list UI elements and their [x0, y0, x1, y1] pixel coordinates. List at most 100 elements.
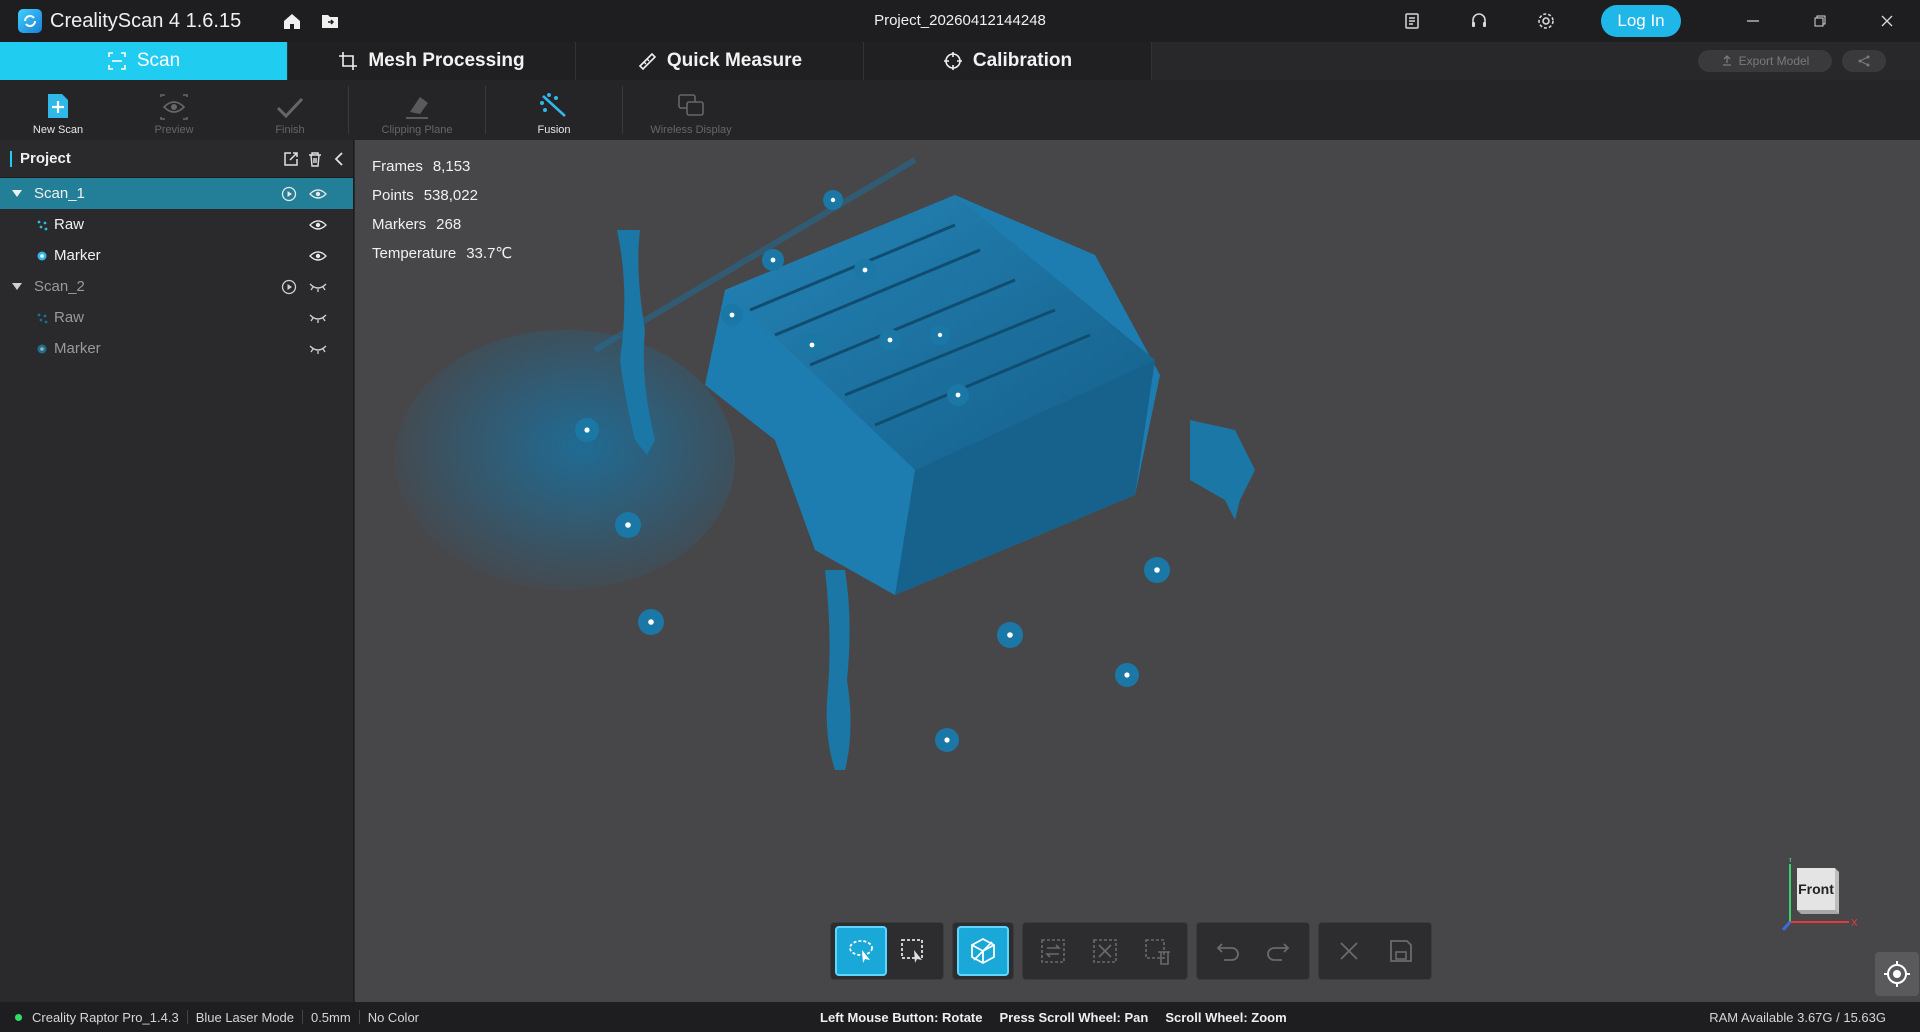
new-scan-button[interactable]: New Scan	[0, 80, 116, 140]
point-cloud-icon	[36, 312, 48, 324]
rect-select-button[interactable]	[887, 926, 939, 976]
gear-icon[interactable]	[1534, 9, 1558, 33]
eraser-icon	[406, 97, 428, 119]
login-button[interactable]: Log In	[1601, 5, 1681, 37]
stat-label: Markers	[372, 216, 427, 233]
scan-2-label: Scan_2	[34, 278, 85, 295]
tree-scan-2[interactable]: Scan_2	[0, 271, 353, 302]
app-title: CrealityScan 4 1.6.15	[50, 9, 242, 32]
redo-button[interactable]	[1253, 926, 1305, 976]
eye-hidden-icon[interactable]	[309, 343, 327, 355]
finish-button[interactable]: Finish	[232, 80, 348, 140]
delete-selection-icon	[1145, 939, 1170, 965]
delete-selection-button[interactable]	[1131, 926, 1183, 976]
orientation-cube[interactable]: Front Y X	[1747, 858, 1857, 938]
lasso-select-button[interactable]	[835, 926, 887, 976]
crosshair-icon	[943, 52, 962, 70]
eye-hidden-icon[interactable]	[309, 281, 327, 293]
cube-icon	[971, 937, 995, 965]
marker-strip-bottom	[825, 570, 851, 770]
tree-scan-2-raw[interactable]: Raw	[0, 302, 353, 333]
collapse-panel-icon[interactable]	[331, 151, 347, 167]
ram-available: RAM Available 3.67G / 15.63G	[1709, 1010, 1886, 1025]
stat-label: Points	[372, 187, 414, 204]
status-divider	[186, 1010, 188, 1024]
scan-1-label: Scan_1	[34, 185, 85, 202]
play-circle-icon[interactable]	[281, 279, 297, 295]
tree-scan-2-marker[interactable]: Marker	[0, 333, 353, 364]
close-icon[interactable]	[1853, 0, 1920, 42]
tab-calibration[interactable]: Calibration	[864, 42, 1152, 80]
3d-viewport[interactable]: Frames 8,153 Points 538,022 Markers 268 Tem…	[355, 140, 1920, 1002]
rect-select-icon	[901, 939, 923, 963]
invert-selection-button[interactable]	[1027, 926, 1079, 976]
scan-scene	[395, 157, 1255, 770]
connection-status-dot	[15, 1013, 22, 1021]
folder-icon[interactable]	[318, 9, 342, 33]
marker-dot-icon	[36, 250, 48, 262]
marker-label: Marker	[54, 340, 101, 357]
trash-icon[interactable]	[307, 151, 323, 167]
tab-scan-label: Scan	[136, 50, 181, 71]
caret-down-icon[interactable]	[12, 282, 22, 291]
export-model-button[interactable]: Export Model	[1698, 50, 1832, 72]
scan-toolbar: New Scan Preview Finish Clipping Plane F…	[0, 80, 1920, 140]
play-circle-icon[interactable]	[281, 186, 297, 202]
selection-toolbar	[830, 922, 1440, 980]
point-cloud-icon	[36, 219, 48, 231]
through-select-button[interactable]	[957, 926, 1009, 976]
minimize-icon[interactable]	[1719, 0, 1786, 42]
preview-button[interactable]: Preview	[116, 80, 232, 140]
tab-scan[interactable]: Scan	[0, 42, 288, 80]
redo-icon	[1267, 943, 1290, 961]
tree-scan-1-marker[interactable]: Marker	[0, 240, 353, 271]
tab-calibration-label: Calibration	[972, 50, 1073, 71]
tab-quick-measure[interactable]: Quick Measure	[576, 42, 864, 80]
wireless-display-button[interactable]: Wireless Display	[623, 80, 759, 140]
notes-icon[interactable]	[1400, 9, 1424, 33]
color-mode: No Color	[367, 1009, 419, 1025]
marker-block-right	[1190, 420, 1255, 520]
tab-mesh-processing[interactable]: Mesh Processing	[288, 42, 576, 80]
stat-value: 8,153	[432, 158, 471, 175]
headset-icon[interactable]	[1467, 9, 1491, 33]
hint-pan: Press Scroll Wheel: Pan	[999, 1009, 1149, 1025]
clipping-plane-label: Clipping Plane	[381, 124, 453, 136]
lasso-icon	[849, 940, 873, 963]
export-model-label: Export Model	[1738, 54, 1810, 68]
project-panel-title: Project	[20, 150, 71, 167]
clear-selection-button[interactable]	[1079, 926, 1131, 976]
target-icon	[1884, 961, 1910, 987]
eye-visible-icon[interactable]	[309, 250, 327, 262]
check-icon	[276, 97, 304, 119]
export-project-icon[interactable]	[283, 151, 299, 167]
select-mode-group	[830, 922, 944, 980]
x-axis-label: X	[1851, 918, 1857, 929]
stat-points: Points 538,022	[372, 181, 512, 210]
fusion-button[interactable]: Fusion	[486, 80, 622, 140]
save-edit-button[interactable]	[1375, 926, 1427, 976]
tree-scan-1-raw[interactable]: Raw	[0, 209, 353, 240]
eye-visible-icon[interactable]	[309, 188, 327, 200]
home-icon[interactable]	[280, 9, 304, 33]
preview-label: Preview	[154, 124, 194, 136]
caret-down-icon[interactable]	[12, 189, 22, 198]
stat-label: Frames	[372, 158, 423, 175]
undo-button[interactable]	[1201, 926, 1253, 976]
clipping-plane-button[interactable]: Clipping Plane	[349, 80, 485, 140]
cancel-edit-button[interactable]	[1323, 926, 1375, 976]
eye-visible-icon[interactable]	[309, 219, 327, 231]
status-divider	[301, 1010, 303, 1024]
crop-icon	[339, 52, 358, 70]
edit-group	[1022, 922, 1188, 980]
title-bar: CrealityScan 4 1.6.15 Project_2026041214…	[0, 0, 1920, 42]
tree-scan-1[interactable]: Scan_1	[0, 178, 353, 209]
history-group	[1196, 922, 1310, 980]
reset-view-button[interactable]	[1875, 952, 1919, 996]
marker-label: Marker	[54, 247, 101, 264]
share-button[interactable]	[1842, 50, 1886, 72]
app-logo-icon	[18, 9, 42, 33]
x-icon	[1340, 942, 1358, 960]
eye-hidden-icon[interactable]	[309, 312, 327, 324]
restore-icon[interactable]	[1786, 0, 1853, 42]
